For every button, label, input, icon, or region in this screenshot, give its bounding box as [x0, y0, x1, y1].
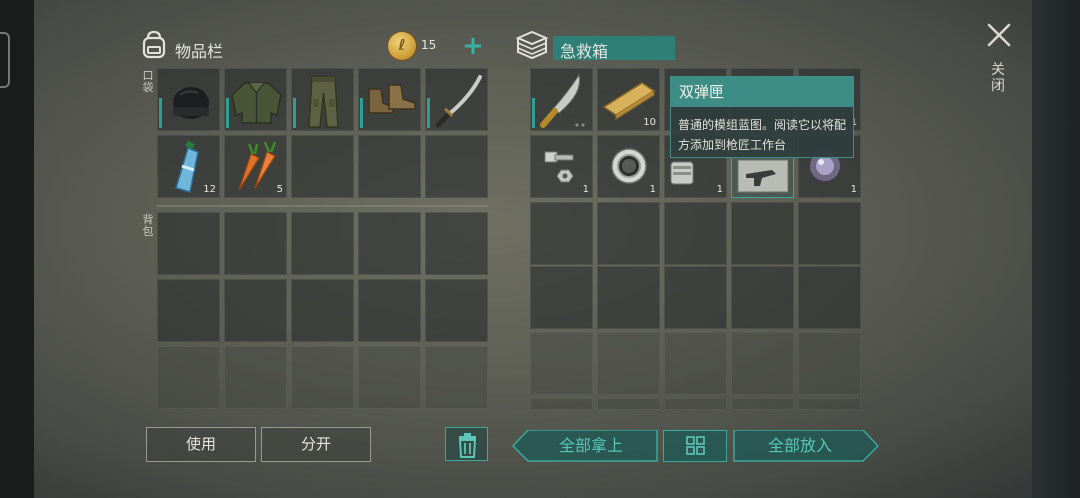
- backpack-label: 背包: [142, 213, 154, 238]
- trash-button[interactable]: [445, 427, 488, 461]
- container-slot[interactable]: [731, 398, 794, 410]
- coin-icon: ℓ: [388, 32, 416, 60]
- container-slot[interactable]: 1: [597, 135, 660, 198]
- container-slot[interactable]: [530, 68, 593, 131]
- container-slot[interactable]: [664, 266, 727, 329]
- backpack-slot[interactable]: [291, 212, 354, 275]
- container-slot[interactable]: [530, 202, 593, 265]
- trash-icon: [458, 433, 477, 458]
- use-button[interactable]: 使用: [146, 427, 256, 462]
- section-divider: [157, 205, 488, 207]
- container-slot[interactable]: [597, 266, 660, 329]
- container-slot[interactable]: [597, 398, 660, 410]
- container-slot[interactable]: [731, 266, 794, 329]
- container-slot[interactable]: [731, 202, 794, 265]
- backpack-slot-locked: [425, 346, 488, 409]
- backpack-slot-locked: [291, 346, 354, 409]
- item-quantity: 1: [649, 184, 656, 195]
- sort-button[interactable]: [663, 430, 727, 462]
- backpack-slot[interactable]: [358, 212, 421, 275]
- backpack-slot-locked: [157, 346, 220, 409]
- pocket-slot[interactable]: 12: [157, 135, 220, 198]
- pants-icon: [308, 76, 339, 128]
- item-quantity: 5: [276, 184, 283, 195]
- grid-icon: [686, 436, 705, 455]
- pocket-slot[interactable]: [157, 68, 220, 131]
- backpack-slot[interactable]: [224, 279, 287, 342]
- container-slot[interactable]: [530, 266, 593, 329]
- item-quantity: 1: [850, 184, 857, 195]
- pocket-slot[interactable]: [425, 68, 488, 131]
- pocket-slot[interactable]: [358, 68, 421, 131]
- container-slot[interactable]: [597, 202, 660, 265]
- pocket-label: 口袋: [142, 69, 154, 94]
- backpack-slot-locked: [358, 346, 421, 409]
- container-slot[interactable]: 1: [530, 135, 593, 198]
- add-coins-button[interactable]: +: [460, 32, 486, 60]
- beanie-hat-icon: [173, 87, 209, 119]
- pocket-slot[interactable]: [291, 68, 354, 131]
- container-slot[interactable]: [798, 332, 861, 395]
- backpack-slot[interactable]: [157, 279, 220, 342]
- container-slot[interactable]: [664, 332, 727, 395]
- tooltip-description: 普通的模组蓝图。阅读它以将配方添加到枪匠工作台: [678, 118, 847, 152]
- katana-icon: [435, 75, 482, 128]
- crate-icon: [515, 30, 549, 60]
- close-icon[interactable]: [986, 22, 1012, 48]
- container-slot[interactable]: [798, 266, 861, 329]
- backpack-slot[interactable]: [157, 212, 220, 275]
- container-slot[interactable]: [664, 202, 727, 265]
- pocket-slot[interactable]: [224, 68, 287, 131]
- backpack-slot[interactable]: [358, 279, 421, 342]
- container-slot[interactable]: 10: [597, 68, 660, 131]
- edge-handle: [0, 32, 10, 88]
- machete-icon: [540, 73, 585, 128]
- backpack-slot[interactable]: [224, 212, 287, 275]
- item-tooltip: 双弹匣 普通的模组蓝图。阅读它以将配方添加到枪匠工作台: [670, 76, 854, 158]
- pocket-slot[interactable]: 5: [224, 135, 287, 198]
- pocket-slot-empty[interactable]: [425, 135, 488, 198]
- item-quantity: 1: [716, 184, 723, 195]
- close-label[interactable]: 关闭: [990, 62, 1006, 94]
- container-slot[interactable]: [597, 332, 660, 395]
- take-all-button[interactable]: 全部拿上: [524, 430, 658, 462]
- backpack-slot[interactable]: [291, 279, 354, 342]
- put-all-button[interactable]: 全部放入: [733, 430, 867, 462]
- backpack-icon: [142, 30, 166, 59]
- tooltip-title: 双弹匣: [671, 77, 853, 107]
- jacket-icon: [231, 82, 282, 124]
- container-slot[interactable]: [798, 398, 861, 410]
- container-slot[interactable]: [798, 202, 861, 265]
- split-button[interactable]: 分开: [261, 427, 371, 462]
- container-title: 急救箱: [560, 42, 609, 61]
- right-edge: [1032, 0, 1080, 498]
- container-slot[interactable]: [530, 398, 593, 410]
- container-slot[interactable]: [530, 332, 593, 395]
- coin-count: 15: [421, 38, 437, 52]
- backpack-slot[interactable]: [425, 212, 488, 275]
- backpack-slot-locked: [224, 346, 287, 409]
- item-quantity: 10: [643, 117, 656, 128]
- left-edge: [0, 0, 34, 498]
- inventory-title: 物品栏: [175, 42, 224, 61]
- container-slot[interactable]: [731, 332, 794, 395]
- pocket-slot-empty[interactable]: [358, 135, 421, 198]
- item-quantity: 12: [203, 184, 216, 195]
- item-quantity: 1: [582, 184, 589, 195]
- backpack-slot[interactable]: [425, 279, 488, 342]
- pocket-slot-empty[interactable]: [291, 135, 354, 198]
- boots-icon: [368, 84, 416, 114]
- game-screen: 物品栏 ℓ 15 + 口袋 背包 12 5 急救箱 10 1 1 1 1 双弹匣…: [0, 0, 1080, 498]
- container-slot[interactable]: [664, 398, 727, 410]
